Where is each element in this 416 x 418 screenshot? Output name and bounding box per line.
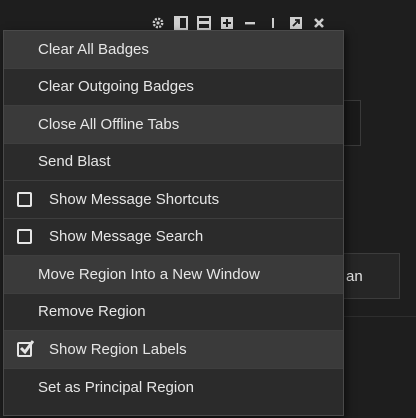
menu-item-show-region-labels[interactable]: Show Region Labels bbox=[4, 331, 343, 369]
checkbox-unchecked-icon[interactable] bbox=[17, 191, 32, 207]
menu-item-label: Move Region Into a New Window bbox=[38, 265, 260, 283]
menu-item-label: Clear Outgoing Badges bbox=[38, 78, 194, 96]
background-button[interactable]: an bbox=[340, 253, 400, 299]
menu-item-clear-outgoing-badges[interactable]: Clear Outgoing Badges bbox=[4, 69, 343, 106]
menu-item-send-blast[interactable]: Send Blast bbox=[4, 144, 343, 181]
menu-item-show-message-search[interactable]: Show Message Search bbox=[4, 219, 343, 256]
menu-item-set-as-principal-region[interactable]: Set as Principal Region bbox=[4, 369, 343, 407]
menu-item-label: Show Message Search bbox=[49, 228, 204, 246]
checkbox-checked-icon[interactable] bbox=[17, 339, 34, 357]
background-divider bbox=[340, 316, 416, 317]
popout-icon[interactable] bbox=[288, 15, 304, 31]
layout-split-icon[interactable] bbox=[196, 15, 212, 31]
menu-item-label: Show Region Labels bbox=[49, 340, 187, 358]
menu-item-label: Remove Region bbox=[38, 303, 146, 321]
menu-item-label: Clear All Badges bbox=[38, 40, 149, 58]
menu-item-label: Show Message Shortcuts bbox=[49, 190, 220, 208]
layout-single-icon[interactable] bbox=[173, 15, 189, 31]
menu-item-remove-region[interactable]: Remove Region bbox=[4, 294, 343, 331]
minimize-icon[interactable] bbox=[242, 15, 258, 31]
context-menu: Clear All Badges Clear Outgoing Badges Clo… bbox=[3, 30, 344, 416]
menu-item-label: Set as Principal Region bbox=[38, 378, 194, 396]
menu-item-label: Send Blast bbox=[38, 153, 111, 171]
close-icon[interactable] bbox=[311, 15, 327, 31]
checkbox-unchecked-icon[interactable] bbox=[17, 229, 32, 245]
menu-item-close-all-offline-tabs[interactable]: Close All Offline Tabs bbox=[4, 106, 343, 144]
menu-item-clear-all-badges[interactable]: Clear All Badges bbox=[4, 31, 343, 69]
menu-item-label: Close All Offline Tabs bbox=[38, 115, 180, 133]
add-panel-icon[interactable] bbox=[219, 15, 235, 31]
menu-item-show-message-shortcuts[interactable]: Show Message Shortcuts bbox=[4, 181, 343, 219]
gear-icon[interactable] bbox=[150, 15, 166, 31]
menu-item-move-region-into-a-new-window[interactable]: Move Region Into a New Window bbox=[4, 256, 343, 294]
divider-icon bbox=[265, 15, 281, 31]
